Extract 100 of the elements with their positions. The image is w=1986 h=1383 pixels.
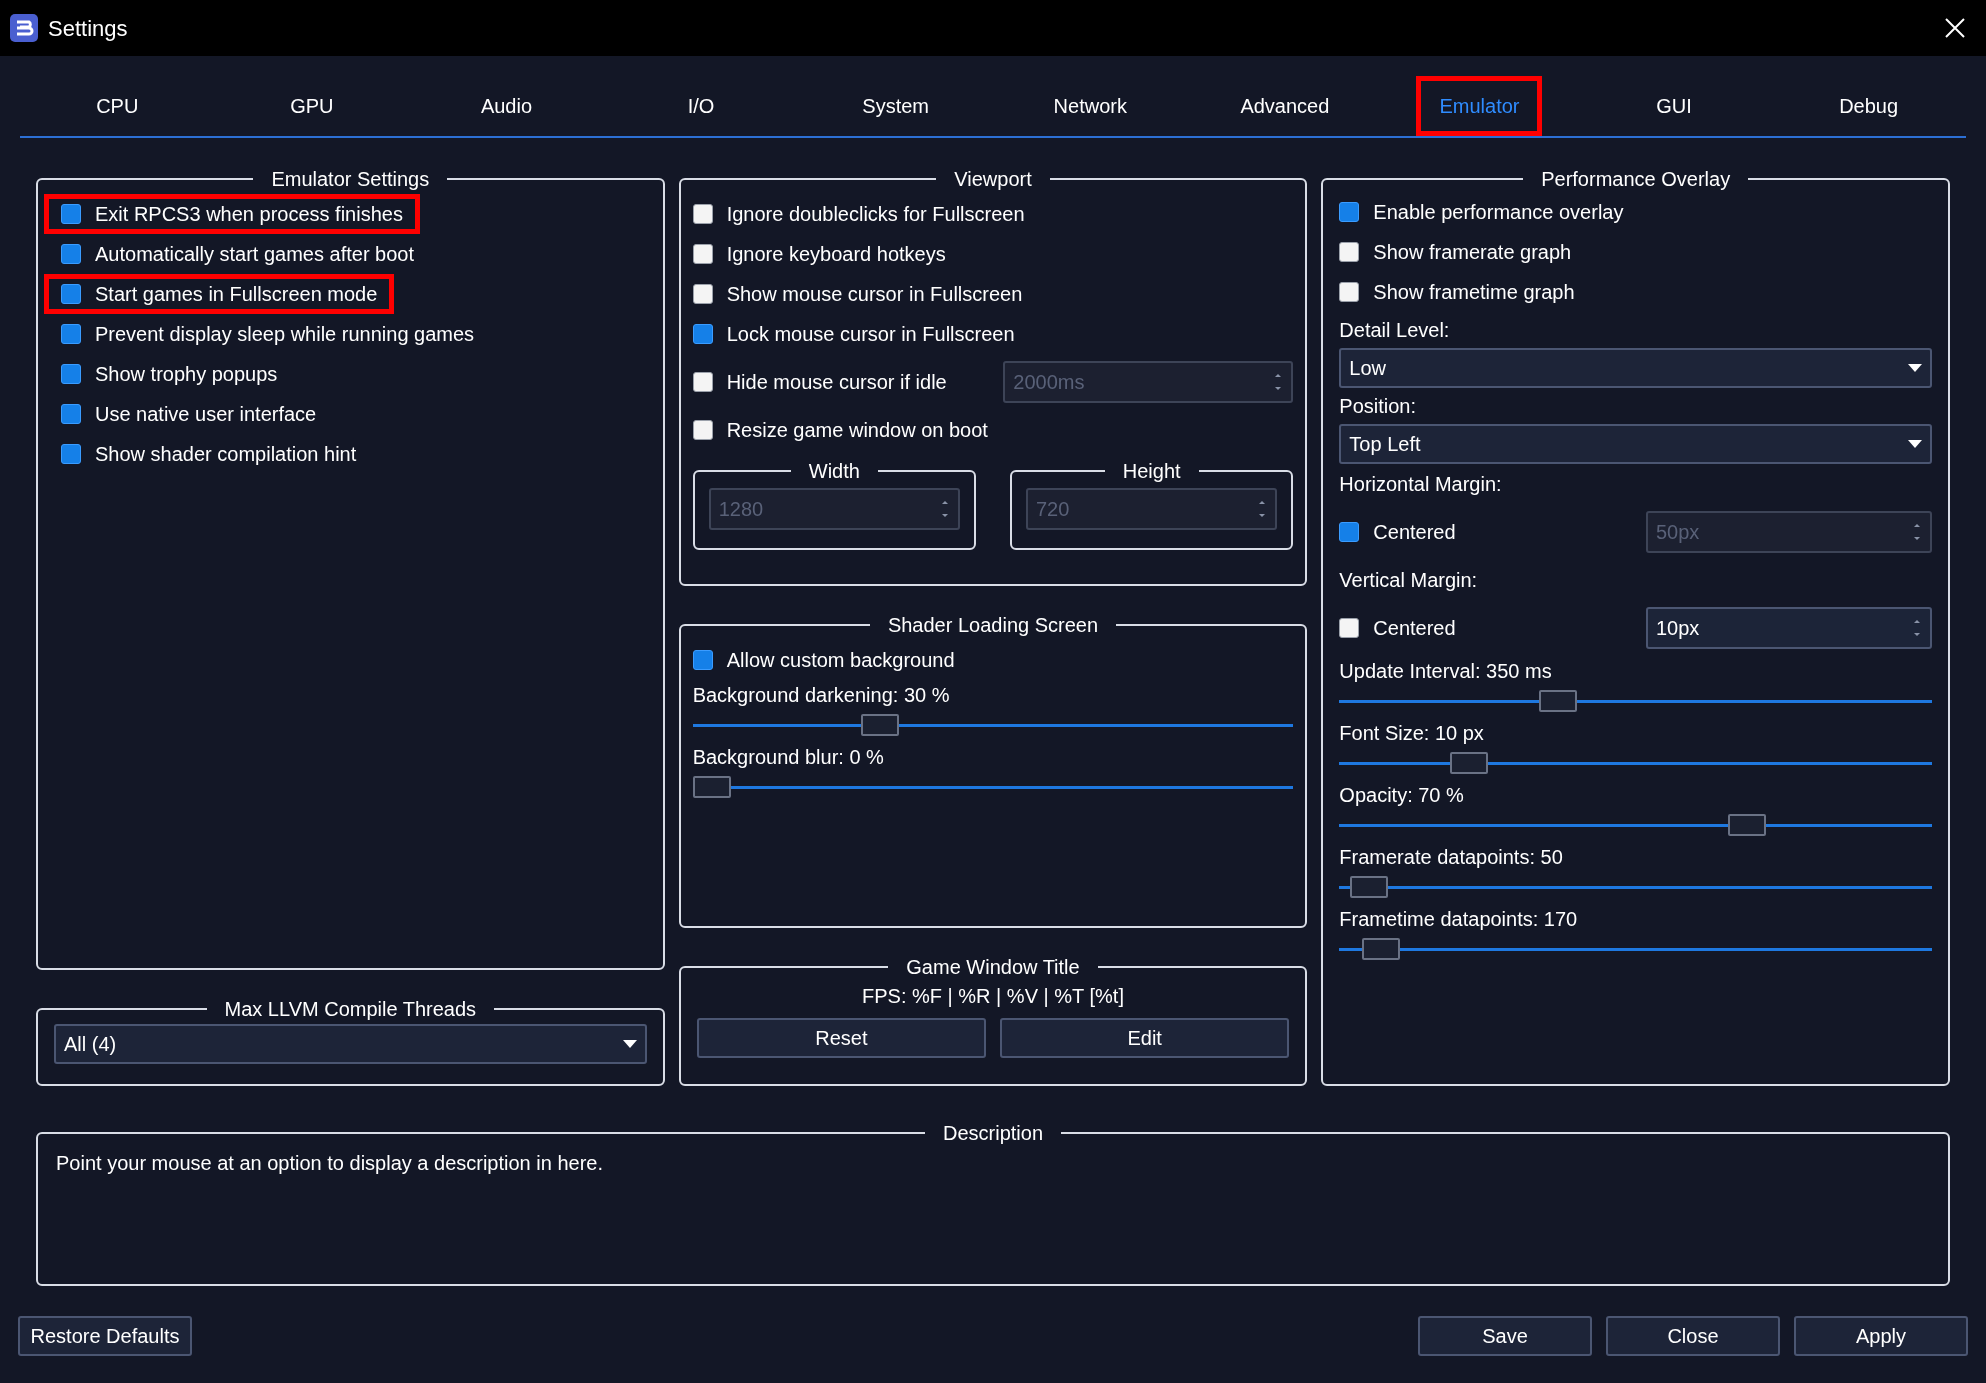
field-label: Vertical Margin: xyxy=(1339,568,1479,593)
dropdown[interactable]: Low xyxy=(1339,348,1932,388)
checkbox-label[interactable]: Hide mouse cursor if idle xyxy=(726,367,990,397)
tab[interactable]: I/O xyxy=(664,76,738,136)
tab[interactable]: Emulator xyxy=(1416,76,1543,136)
tab[interactable]: GPU xyxy=(267,76,357,136)
checkbox-label[interactable]: Resize game window on boot xyxy=(726,415,1294,445)
group-title: Width xyxy=(807,459,861,484)
slider-thumb[interactable] xyxy=(1450,752,1489,774)
checkbox[interactable] xyxy=(61,444,81,464)
checkbox[interactable] xyxy=(692,372,713,392)
checkbox-label[interactable]: Centered xyxy=(1373,613,1632,643)
tab[interactable]: GUI xyxy=(1633,76,1715,136)
slider-thumb[interactable] xyxy=(861,714,900,736)
caret-down-icon xyxy=(622,1040,637,1048)
checkbox-label[interactable]: Show frametime graph xyxy=(1373,277,1575,307)
caret-down-icon xyxy=(1908,440,1922,448)
push-button[interactable]: Edit xyxy=(1000,1018,1290,1058)
field-label: Detail Level: xyxy=(1339,318,1451,343)
group-title: Viewport xyxy=(953,167,1033,192)
checkbox[interactable] xyxy=(61,324,81,344)
checkbox[interactable] xyxy=(692,650,713,670)
push-button[interactable]: Reset xyxy=(696,1018,986,1058)
checkbox-label[interactable]: Allow custom background xyxy=(726,645,955,675)
tab[interactable]: CPU xyxy=(73,76,162,136)
tab[interactable]: Audio xyxy=(457,76,556,136)
checkbox-label[interactable]: Show shader compilation hint xyxy=(95,439,357,469)
checkbox-label[interactable]: Ignore doubleclicks for Fullscreen xyxy=(726,199,1294,229)
slider-thumb[interactable] xyxy=(1539,690,1577,712)
checkbox[interactable] xyxy=(61,364,81,384)
checkbox[interactable] xyxy=(61,284,81,304)
checkbox[interactable] xyxy=(692,420,713,440)
slider-label: Font Size: 10 px xyxy=(1339,721,1485,746)
app-logo-icon xyxy=(10,14,38,42)
checkbox-label[interactable]: Centered xyxy=(1373,517,1632,547)
checkbox[interactable] xyxy=(1339,522,1360,542)
checkbox[interactable] xyxy=(61,404,81,424)
slider-label: Opacity: 70 % xyxy=(1339,783,1465,808)
slider-track[interactable] xyxy=(692,714,1294,736)
checkbox-label[interactable]: Ignore keyboard hotkeys xyxy=(726,239,1294,269)
checkbox-label[interactable]: Prevent display sleep while running games xyxy=(95,319,475,349)
checkbox-label[interactable]: Show trophy popups xyxy=(95,359,278,389)
tab[interactable]: Network xyxy=(1030,76,1150,136)
checkbox[interactable] xyxy=(1339,282,1360,302)
group-title: Game Window Title xyxy=(905,955,1081,980)
slider-thumb[interactable] xyxy=(1350,876,1389,898)
slider-thumb[interactable] xyxy=(692,776,731,798)
checkbox[interactable] xyxy=(1339,618,1360,638)
checkbox[interactable] xyxy=(1339,242,1360,262)
checkbox[interactable] xyxy=(692,284,713,304)
checkbox-label[interactable]: Exit RPCS3 when process finishes xyxy=(95,199,403,229)
group-title: Emulator Settings xyxy=(270,167,431,192)
group-title: Performance Overlay xyxy=(1540,167,1732,192)
checkbox[interactable] xyxy=(1339,202,1360,222)
slider-label: Background blur: 0 % xyxy=(692,745,885,770)
slider-label: Frametime datapoints: 170 xyxy=(1339,907,1579,932)
close-icon[interactable] xyxy=(1944,17,1966,39)
push-button[interactable]: Close xyxy=(1606,1316,1780,1356)
window-title: Settings xyxy=(48,14,129,43)
tab[interactable]: Debug xyxy=(1816,76,1922,136)
checkbox[interactable] xyxy=(692,324,713,344)
slider-track[interactable] xyxy=(692,776,1294,798)
push-button[interactable]: Apply xyxy=(1794,1316,1968,1356)
spin-box[interactable]: 10px xyxy=(1646,607,1932,649)
group-title: Max LLVM Compile Threads xyxy=(223,997,478,1022)
checkbox[interactable] xyxy=(692,204,713,224)
checkbox[interactable] xyxy=(61,244,81,264)
tab[interactable]: Advanced xyxy=(1217,76,1353,136)
slider-track[interactable] xyxy=(1339,938,1932,960)
slider-label: Update Interval: 350 ms xyxy=(1339,659,1553,684)
dropdown[interactable]: All (4) xyxy=(54,1024,647,1064)
dropdown[interactable]: Top Left xyxy=(1339,424,1932,464)
field-label: Horizontal Margin: xyxy=(1339,472,1503,497)
slider-track[interactable] xyxy=(1339,876,1932,898)
checkbox[interactable] xyxy=(61,204,81,224)
spin-arrows-icon[interactable] xyxy=(1912,617,1922,639)
caret-down-icon xyxy=(1908,364,1922,372)
checkbox-label[interactable]: Use native user interface xyxy=(95,399,317,429)
group-title: Height xyxy=(1121,459,1182,484)
group-title: Shader Loading Screen xyxy=(886,613,1100,638)
slider-thumb[interactable] xyxy=(1727,814,1766,836)
title-format-text: FPS: %F | %R | %V | %T [%t] xyxy=(861,984,1125,1009)
checkbox-label[interactable]: Show framerate graph xyxy=(1373,237,1572,267)
slider-track[interactable] xyxy=(1339,690,1932,712)
tab[interactable]: System xyxy=(839,76,952,136)
description-text: Point your mouse at an option to display a description in here. xyxy=(56,1151,604,1176)
slider-label: Framerate datapoints: 50 xyxy=(1339,845,1564,870)
field-label: Position: xyxy=(1339,394,1418,419)
checkbox-label[interactable]: Start games in Fullscreen mode xyxy=(95,279,378,309)
checkbox-label[interactable]: Automatically start games after boot xyxy=(95,239,415,269)
slider-label: Background darkening: 30 % xyxy=(692,683,951,708)
slider-track[interactable] xyxy=(1339,752,1932,774)
push-button[interactable]: Restore Defaults xyxy=(18,1316,192,1356)
checkbox-label[interactable]: Show mouse cursor in Fullscreen xyxy=(726,279,1294,309)
checkbox-label[interactable]: Enable performance overlay xyxy=(1373,197,1624,227)
checkbox[interactable] xyxy=(692,244,713,264)
push-button[interactable]: Save xyxy=(1418,1316,1592,1356)
slider-thumb[interactable] xyxy=(1361,938,1400,960)
slider-track[interactable] xyxy=(1339,814,1932,836)
checkbox-label[interactable]: Lock mouse cursor in Fullscreen xyxy=(726,319,1294,349)
